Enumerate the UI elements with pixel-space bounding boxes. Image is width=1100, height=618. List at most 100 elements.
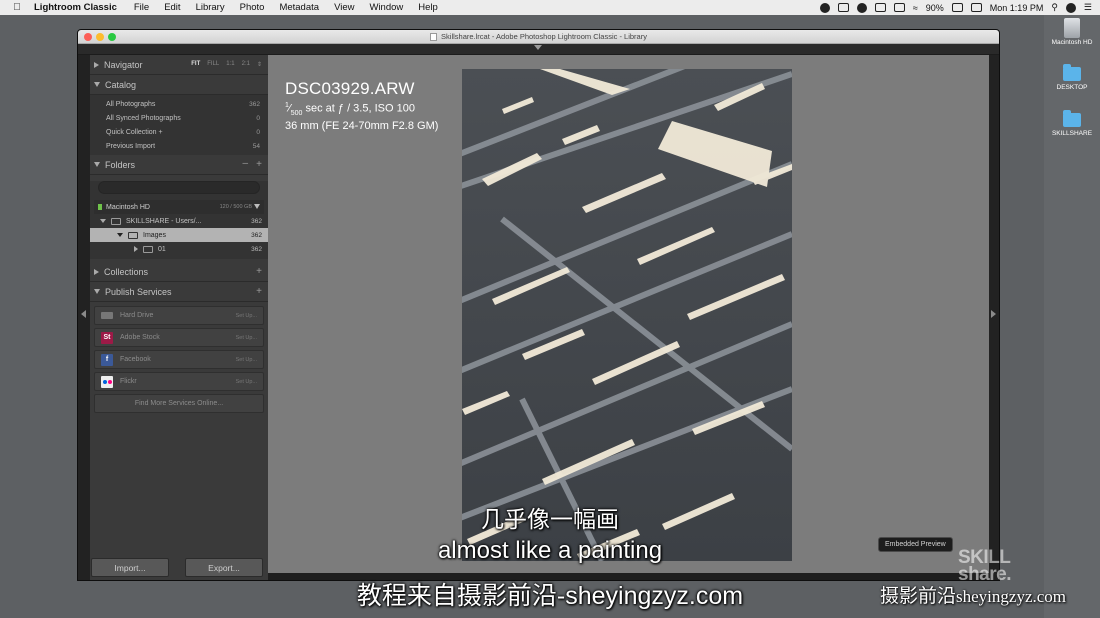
parking-lot-photo (462, 69, 792, 561)
service-hard-drive[interactable]: Hard Drive Set Up... (94, 306, 264, 325)
folder-count: 362 (251, 217, 262, 225)
panel-publish-services[interactable]: Publish Services + (90, 282, 268, 302)
window-titlebar[interactable]: Skillshare.lrcat - Adobe Photoshop Light… (78, 30, 999, 44)
battery-percent[interactable]: 90% (926, 3, 944, 13)
panel-navigator[interactable]: Navigator FIT FILL 1:1 2:1 ⇕ (90, 55, 268, 75)
folders-section: Macintosh HD 120 / 500 GB SKILLSHARE - U… (90, 181, 268, 259)
menu-view[interactable]: View (334, 2, 354, 13)
disclosure-icon[interactable] (117, 233, 123, 237)
panel-title: Folders (105, 159, 136, 170)
menu-photo[interactable]: Photo (240, 2, 265, 13)
service-facebook[interactable]: f Facebook Set Up... (94, 350, 264, 369)
desktop-icon-desktop[interactable]: DESKTOP (1044, 64, 1100, 91)
item-count: 54 (252, 142, 260, 150)
list-icon[interactable]: ☰ (1084, 2, 1092, 13)
find-more-services-button[interactable]: Find More Services Online... (94, 394, 264, 413)
lightroom-window: Skillshare.lrcat - Adobe Photoshop Light… (77, 29, 1000, 581)
folder-icon (1063, 110, 1081, 127)
volume-macintosh-hd[interactable]: Macintosh HD 120 / 500 GB (94, 200, 264, 214)
desktop-icon-label: DESKTOP (1056, 84, 1088, 91)
panel-title: Publish Services (105, 286, 172, 297)
zoom-2-1[interactable]: 2:1 (242, 61, 250, 68)
remove-folder-icon[interactable]: – (242, 158, 248, 169)
volume-icon[interactable] (893, 3, 905, 12)
folder-label: SKILLSHARE - Users/... (126, 217, 202, 225)
item-count: 0 (256, 114, 260, 122)
facebook-icon: f (101, 353, 113, 366)
folder-search-input[interactable] (98, 181, 260, 194)
panel-collections[interactable]: Collections + (90, 262, 268, 282)
photo-preview[interactable] (462, 69, 792, 561)
creative-cloud-icon[interactable] (856, 2, 867, 13)
folder-label: Images (143, 231, 166, 239)
watermark-domain: sheyingzyz.com (956, 587, 1067, 606)
zoom-menu-icon[interactable]: ⇕ (257, 61, 262, 68)
zoom-button[interactable] (108, 33, 116, 41)
zoom-fill[interactable]: FILL (207, 61, 219, 68)
menu-file[interactable]: File (134, 2, 149, 13)
folder-icon (128, 231, 138, 239)
menu-metadata[interactable]: Metadata (279, 2, 319, 13)
loupe-view[interactable]: DSC03929.ARW 1⁄500 sec at ƒ / 3.5, ISO 1… (268, 55, 989, 573)
menu-edit[interactable]: Edit (164, 2, 180, 13)
record-icon[interactable] (819, 2, 830, 13)
volume-name: Macintosh HD (106, 203, 150, 211)
window-title: Skillshare.lrcat - Adobe Photoshop Light… (441, 32, 647, 41)
display-icon[interactable] (837, 3, 849, 12)
catalog-item-all-synced[interactable]: All Synced Photographs 0 (90, 111, 268, 125)
search-icon[interactable]: ⚲ (1051, 2, 1058, 13)
panel-catalog[interactable]: Catalog (90, 75, 268, 95)
menu-help[interactable]: Help (418, 2, 438, 13)
publish-services-list: Hard Drive Set Up... St Adobe Stock Set … (90, 302, 268, 413)
setup-link[interactable]: Set Up... (236, 357, 257, 363)
user-icon[interactable] (1065, 2, 1076, 13)
menu-app[interactable]: Lightroom Classic (34, 2, 117, 13)
add-service-icon[interactable]: + (256, 286, 262, 297)
catalog-list: All Photographs 362 All Synced Photograph… (90, 95, 268, 155)
desktop-icon-hd[interactable]: Macintosh HD (1044, 18, 1100, 46)
status-area: ≈ 90% Mon 1:19 PM ⚲ ☰ (819, 0, 1092, 15)
volume-menu-icon[interactable] (254, 204, 260, 209)
panel-folders[interactable]: Folders – + (90, 155, 268, 175)
find-more-label: Find More Services Online... (134, 400, 224, 407)
panel-title: Navigator (104, 59, 143, 70)
volume-status-icon (98, 204, 102, 210)
collapse-right-icon[interactable] (991, 310, 996, 318)
setup-link[interactable]: Set Up... (236, 335, 257, 341)
folder-images[interactable]: Images 362 (90, 228, 268, 242)
hard-drive-icon (101, 312, 113, 319)
setup-link[interactable]: Set Up... (236, 379, 257, 385)
zoom-1-1[interactable]: 1:1 (226, 61, 234, 68)
add-collection-icon[interactable]: + (256, 266, 262, 277)
clock[interactable]: Mon 1:19 PM (990, 3, 1044, 13)
volume-size: 120 / 500 GB (219, 204, 252, 210)
module-picker-collapsed[interactable] (78, 44, 999, 54)
collapse-left-icon[interactable] (81, 310, 86, 318)
battery-icon[interactable] (951, 3, 963, 12)
menu-library[interactable]: Library (196, 2, 225, 13)
add-folder-icon[interactable]: + (256, 159, 262, 170)
disclosure-icon[interactable] (100, 219, 106, 223)
wifi-icon[interactable]: ≈ (913, 3, 918, 13)
shutter-numerator: 1 (285, 102, 289, 109)
toggle-top-panel-icon[interactable] (534, 45, 542, 50)
airplay-icon[interactable] (874, 3, 886, 12)
zoom-fit[interactable]: FIT (191, 61, 200, 68)
minimize-button[interactable] (96, 33, 104, 41)
service-adobe-stock[interactable]: St Adobe Stock Set Up... (94, 328, 264, 347)
subtitle-english: almost like a painting (437, 537, 663, 564)
catalog-item-quick-collection[interactable]: Quick Collection + 0 (90, 125, 268, 139)
catalog-item-all-photographs[interactable]: All Photographs 362 (90, 97, 268, 111)
catalog-item-previous-import[interactable]: Previous Import 54 (90, 139, 268, 153)
apple-icon[interactable]:  (0, 2, 34, 13)
setup-link[interactable]: Set Up... (236, 313, 257, 319)
close-button[interactable] (84, 33, 92, 41)
menu-window[interactable]: Window (369, 2, 403, 13)
service-flickr[interactable]: Flickr Set Up... (94, 372, 264, 391)
folder-skillshare[interactable]: SKILLSHARE - Users/... 362 (90, 214, 268, 228)
input-flag-icon[interactable] (970, 3, 982, 12)
disclosure-icon[interactable] (134, 246, 138, 252)
item-count: 0 (256, 128, 260, 136)
desktop-icon-skillshare[interactable]: SKILLSHARE (1044, 110, 1100, 137)
folder-01[interactable]: 01 362 (90, 242, 268, 256)
